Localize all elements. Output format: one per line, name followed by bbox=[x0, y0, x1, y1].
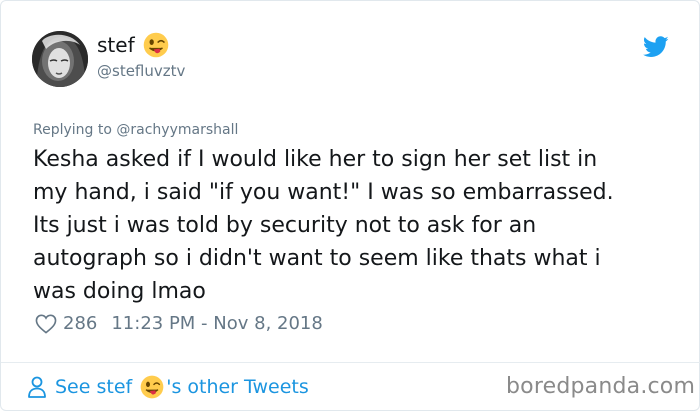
see-other-tweets-link[interactable]: See stef 's other Tweets bbox=[27, 374, 309, 400]
twitter-bird-icon[interactable] bbox=[643, 36, 669, 58]
avatar[interactable] bbox=[32, 31, 88, 87]
avatar-image bbox=[32, 31, 88, 87]
tweet-text: Kesha asked if I would like her to sign … bbox=[33, 147, 614, 304]
boredpanda-watermark: boredpanda.com bbox=[506, 374, 696, 399]
heart-icon[interactable] bbox=[35, 314, 57, 334]
winking-tongue-emoji-icon bbox=[140, 375, 164, 399]
author-name-row[interactable]: stef bbox=[97, 32, 169, 58]
reply-prefix: Replying to bbox=[33, 122, 112, 138]
tweet-timestamp[interactable]: 11:23 PM - Nov 8, 2018 bbox=[111, 312, 322, 336]
reply-mention-link[interactable]: @rachyymarshall bbox=[116, 122, 238, 138]
footer-divider bbox=[1, 362, 700, 363]
reply-context: Replying to @rachyymarshall bbox=[33, 121, 238, 139]
author-display-name[interactable]: stef bbox=[97, 32, 135, 58]
winking-tongue-emoji-icon bbox=[143, 32, 169, 58]
like-count: 286 bbox=[63, 313, 98, 334]
see-other-tweets-suffix: 's other Tweets bbox=[166, 376, 309, 398]
see-other-tweets-prefix: See stef bbox=[55, 376, 133, 398]
author-handle[interactable]: @stefluvztv bbox=[97, 62, 185, 80]
tweet-meta: 286 11:23 PM - Nov 8, 2018 bbox=[35, 312, 323, 336]
person-icon bbox=[27, 376, 47, 398]
tweet-card: stef @stefluvztv Replying to @rachyymars… bbox=[0, 0, 700, 411]
